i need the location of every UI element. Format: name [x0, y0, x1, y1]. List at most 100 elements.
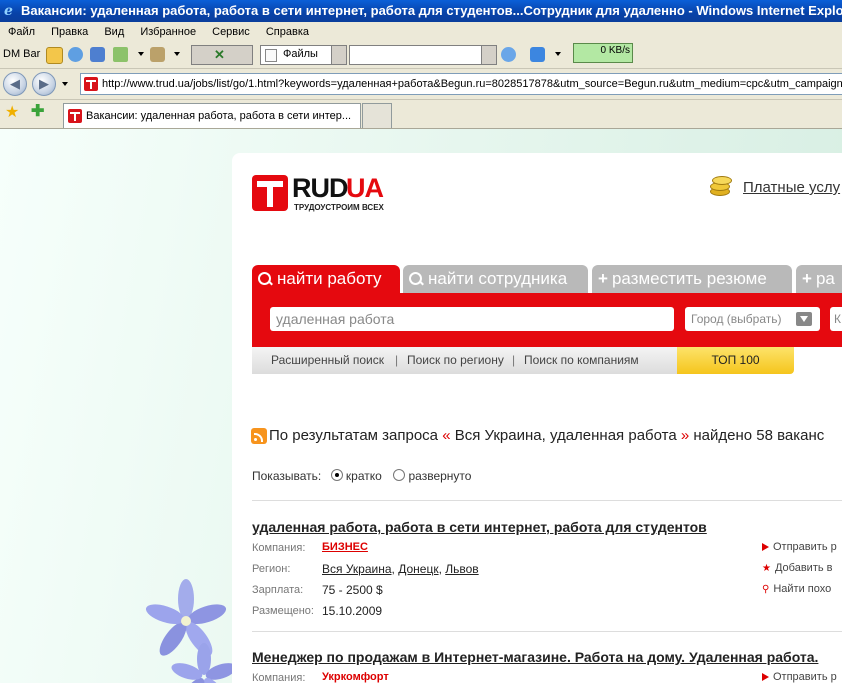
- advanced-search-link[interactable]: Расширенный поиск: [271, 353, 384, 367]
- tab-post-resume[interactable]: + разместить резюме: [592, 265, 792, 293]
- search-icon: [258, 272, 271, 285]
- region-search-link[interactable]: Поиск по региону: [407, 353, 504, 367]
- plugin-icon[interactable]: [150, 47, 165, 62]
- favorites-star-icon[interactable]: ★: [5, 105, 19, 121]
- window-icon[interactable]: [90, 47, 105, 62]
- search-icon: ⚲: [762, 584, 770, 595]
- salary-value: 75 - 2500 $: [322, 583, 383, 597]
- results-prefix: По результатам запроса: [269, 427, 439, 444]
- logo-ua: UA: [346, 173, 384, 203]
- separator: |: [512, 353, 516, 367]
- send-resume-action[interactable]: Отправить р: [762, 671, 837, 683]
- tab-label: найти работу: [277, 269, 382, 288]
- menu-help[interactable]: Справка: [266, 26, 309, 38]
- company-label: Компания:: [252, 672, 306, 683]
- company-link[interactable]: БИЗНЕС: [322, 541, 368, 553]
- radio-brief[interactable]: [330, 469, 343, 481]
- dm-bar-label: DM Bar: [3, 48, 41, 60]
- divider: [252, 500, 842, 501]
- arrow-left-icon: ◀: [10, 76, 20, 91]
- keyword-input[interactable]: удаленная работа: [270, 307, 674, 331]
- arrow-right-icon: [762, 543, 769, 552]
- job-title-link[interactable]: удаленная работа, работа в сети интернет…: [252, 519, 707, 535]
- add-icon[interactable]: [68, 47, 83, 62]
- region-link[interactable]: Донецк: [398, 562, 438, 576]
- tab-title: Вакансии: удаленная работа, работа в сет…: [86, 110, 352, 122]
- tab-post-vacancy[interactable]: + ра: [796, 265, 842, 293]
- results-count: найдено 58 ваканс: [693, 427, 825, 444]
- action-label: Добавить в: [774, 562, 833, 574]
- folder-icon[interactable]: [46, 47, 63, 64]
- search-icon[interactable]: [501, 47, 516, 62]
- site-logo[interactable]: RUD UA ТРУДОУСТРОИМ ВСЕХ: [252, 173, 387, 215]
- salary-label: Зарплата:: [252, 584, 304, 596]
- region-label: Регион:: [252, 563, 291, 575]
- back-button[interactable]: ◀: [3, 72, 27, 96]
- send-resume-action[interactable]: Отправить р: [762, 541, 837, 553]
- job-title-link[interactable]: Менеджер по продажам в Интернет-магазине…: [252, 649, 818, 665]
- radio-full[interactable]: [393, 469, 406, 481]
- menu-edit[interactable]: Правка: [51, 26, 88, 38]
- keyword-value: удаленная работа: [276, 311, 395, 327]
- window-title-bar[interactable]: e Вакансии: удаленная работа, работа в се…: [0, 0, 842, 22]
- add-favorite-action[interactable]: ★ Добавить в: [762, 562, 832, 574]
- radio-brief-label[interactable]: кратко: [346, 469, 382, 483]
- menu-file[interactable]: Файл: [8, 26, 35, 38]
- download-icon[interactable]: [530, 47, 545, 62]
- category-select[interactable]: К: [830, 307, 842, 331]
- add-favorite-icon[interactable]: ✚: [31, 104, 44, 120]
- chevron-down-icon[interactable]: [481, 46, 496, 64]
- find-similar-action[interactable]: ⚲ Найти похо: [762, 583, 831, 595]
- tab-find-job[interactable]: найти работу: [252, 265, 400, 293]
- results-query: Вся Украина, удаленная работа: [454, 427, 677, 444]
- action-label: Найти похо: [773, 583, 832, 595]
- coins-icon: [708, 175, 732, 197]
- company-link[interactable]: Укркомфорт: [322, 671, 389, 683]
- posted-value: 15.10.2009: [322, 604, 383, 618]
- list-item: Менеджер по продажам в Интернет-магазине…: [252, 649, 842, 683]
- new-tab-button[interactable]: [362, 103, 392, 128]
- search-links-bar: Расширенный поиск | Поиск по региону | П…: [252, 347, 677, 374]
- stop-download-button[interactable]: ✕: [191, 45, 253, 65]
- chevron-down-icon: [796, 312, 812, 326]
- url-input[interactable]: http://www.trud.ua/jobs/list/go/1.html?k…: [80, 73, 842, 95]
- category-placeholder: К: [834, 312, 841, 326]
- paid-services-link[interactable]: Платные услу: [743, 179, 840, 196]
- chevron-down-icon[interactable]: [138, 52, 144, 56]
- address-bar: ◀ ▶ http://www.trud.ua/jobs/list/go/1.ht…: [0, 69, 842, 100]
- page-viewport: RUD UA ТРУДОУСТРОИМ ВСЕХ Платные услу на…: [0, 129, 842, 683]
- menu-favorites[interactable]: Избранное: [140, 26, 196, 38]
- home-icon[interactable]: [113, 47, 128, 62]
- list-item: удаленная работа, работа в сети интернет…: [252, 519, 842, 631]
- city-placeholder: Город (выбрать): [691, 312, 782, 326]
- region-link[interactable]: Львов: [445, 562, 478, 576]
- arrow-right-icon: ▶: [39, 76, 49, 91]
- tab-find-employee[interactable]: найти сотрудника: [403, 265, 588, 293]
- forward-button[interactable]: ▶: [32, 72, 56, 96]
- city-select[interactable]: Город (выбрать): [685, 307, 820, 331]
- logo-t-icon: [252, 175, 288, 211]
- download-speed: 0 KB/s: [573, 43, 633, 63]
- top100-button[interactable]: ТОП 100: [677, 347, 794, 374]
- chevron-down-icon[interactable]: [555, 52, 561, 56]
- plus-icon: +: [802, 269, 812, 288]
- plus-icon: +: [598, 269, 608, 288]
- url-text: http://www.trud.ua/jobs/list/go/1.html?k…: [102, 78, 842, 90]
- files-label: Файлы: [283, 48, 318, 60]
- company-search-link[interactable]: Поиск по компаниям: [524, 353, 639, 367]
- dm-search-input[interactable]: [349, 45, 497, 65]
- files-select[interactable]: Файлы: [260, 45, 347, 65]
- tab-label: ра: [815, 269, 835, 288]
- rss-icon[interactable]: [251, 428, 267, 444]
- menu-view[interactable]: Вид: [104, 26, 124, 38]
- radio-full-label[interactable]: развернуто: [408, 469, 471, 483]
- chevron-down-icon[interactable]: [331, 46, 346, 64]
- menu-tools[interactable]: Сервис: [212, 26, 250, 38]
- browser-tab-active[interactable]: Вакансии: удаленная работа, работа в сет…: [63, 103, 361, 128]
- results-heading: По результатам запроса « Вся Украина, уд…: [269, 427, 825, 444]
- search-icon: [409, 272, 422, 285]
- chevron-down-icon[interactable]: [174, 52, 180, 56]
- search-band: удаленная работа Город (выбрать) К: [252, 293, 842, 347]
- chevron-down-icon[interactable]: [62, 82, 68, 86]
- region-link[interactable]: Вся Украина: [322, 562, 392, 576]
